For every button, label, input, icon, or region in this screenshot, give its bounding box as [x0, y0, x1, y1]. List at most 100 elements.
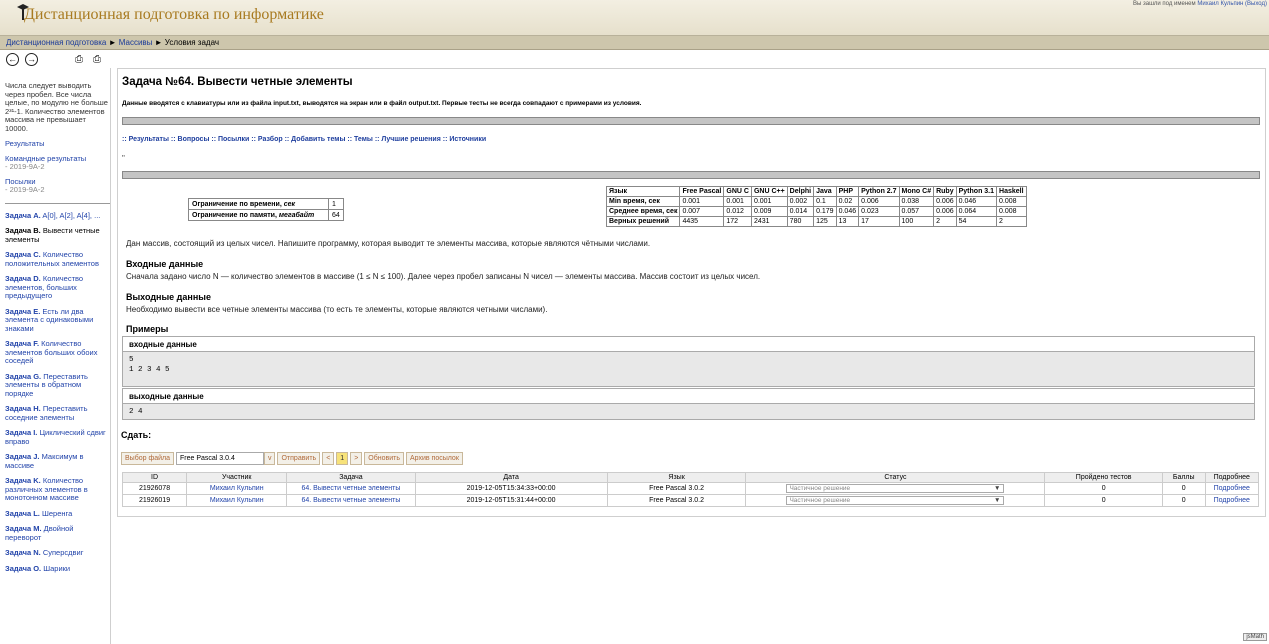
logout-link[interactable]: (Выход) [1245, 1, 1267, 7]
page-number-button[interactable]: 1 [336, 452, 349, 465]
sidebar-task-item[interactable]: Задача K. Количество различных элементов… [5, 476, 110, 503]
stats-header-cell: Free Pascal [679, 186, 725, 197]
breadcrumb-root[interactable]: Дистанционная подготовка [6, 38, 106, 47]
limit-value: 64 [328, 209, 344, 221]
task-tab[interactable]: :: Разбор [251, 136, 282, 143]
stats-cell: 0.006 [933, 206, 957, 217]
divider-bar [122, 171, 1260, 179]
submission-details-link[interactable]: Подробнее [1214, 485, 1250, 492]
task-tab[interactable]: :: Результаты [122, 136, 169, 143]
task-tabs: :: Результаты :: Вопросы :: Посылки :: Р… [122, 136, 486, 143]
jsmath-button[interactable]: jsMath [1243, 633, 1267, 641]
task-tab[interactable]: :: Добавить темы [285, 136, 346, 143]
submissions-header-cell: Статус [745, 472, 1046, 483]
submission-user-cell: Михаил Кульпин [186, 494, 288, 507]
quote-mark: " [122, 154, 125, 163]
stats-cell: 0.023 [858, 206, 900, 217]
limit-label: Ограничение по памяти, мегабайт [188, 209, 329, 221]
sidebar-task-item[interactable]: Задача N. Суперсдвиг [5, 548, 110, 558]
next-page-button[interactable]: > [350, 452, 363, 465]
sidebar-task-item[interactable]: Задача G. Переставить элементы в обратно… [5, 372, 110, 399]
status-select[interactable]: Частичное решение ▼ [786, 484, 1005, 493]
stats-cell: 0.008 [996, 196, 1027, 207]
task-tab[interactable]: :: Темы [347, 136, 373, 143]
stats-header-cell: PHP [835, 186, 860, 197]
breadcrumb-section[interactable]: Массивы [119, 38, 153, 47]
sidebar-task-item[interactable]: Задача F. Количество элементов больших о… [5, 339, 110, 366]
stats-cell: 0.064 [955, 206, 998, 217]
task-list: Задача A. A[0], A[2], A[4], ... Задача B.… [5, 211, 110, 574]
stats-cell: 100 [898, 216, 935, 227]
submission-id: 21926019 [121, 494, 188, 507]
limit-value: 1 [328, 198, 344, 210]
submissions-header-cell: Задача [286, 472, 416, 483]
sidebar-submissions-link[interactable]: Посылки - 2019-9А-2 [5, 177, 110, 195]
submissions-header-cell: Подробнее [1204, 472, 1260, 483]
sidebar-task-item[interactable]: Задача E. Есть ли два элемента с одинако… [5, 307, 110, 334]
choose-file-button[interactable]: Выбор файла [121, 452, 174, 465]
print-preview-icon[interactable]: ⎙ [93, 54, 101, 65]
stats-header-cell: Java [813, 186, 837, 197]
task-tab[interactable]: :: Лучшие решения [375, 136, 441, 143]
submission-task-link[interactable]: 64. Вывести четные элементы [301, 497, 400, 504]
submissions-header-cell: Баллы [1161, 472, 1206, 483]
stats-row: Среднее время, сек 0.007 0.012 0.009 0.014 0.… [605, 206, 1027, 217]
stats-cell: Min время, сек [605, 196, 681, 207]
print-icon[interactable]: ⎙ [75, 54, 83, 65]
archive-button[interactable]: Архив посылок [406, 452, 463, 465]
send-button[interactable]: Отправить [277, 452, 321, 465]
submission-more-cell: Подробнее [1204, 494, 1260, 507]
table-row: 21926019 Михаил Кульпин 64. Вывести четные… [121, 494, 1260, 507]
sidebar: Числа следует выводить через пробел. Все… [5, 68, 111, 644]
compiler-select[interactable]: Free Pascal 3.0.4 [175, 452, 264, 465]
submit-controls: Выбор файла Free Pascal 3.0.4 v Отправить <1… [121, 452, 465, 465]
submission-user-link[interactable]: Михаил Кульпин [210, 497, 264, 504]
sidebar-task-item[interactable]: Задача A. A[0], A[2], A[4], ... [5, 211, 110, 221]
stats-cell: 0.057 [898, 206, 935, 217]
sidebar-task-item[interactable]: Задача J. Максимум в массиве [5, 452, 110, 470]
sidebar-task-item[interactable]: Задача H. Переставить соседние элементы [5, 404, 110, 422]
limits-table: Ограничение по времени, сек 1 Ограничение … [188, 198, 344, 221]
sidebar-task-item[interactable]: Задача M. Двойной переворот [5, 524, 110, 542]
sidebar-task-item[interactable]: Задача C. Количество положительных элеме… [5, 250, 110, 268]
toolbar: ← → ⎙ ⎙ [0, 51, 1269, 66]
stats-header-cell: Python 2.7 [858, 186, 900, 197]
task-tab[interactable]: :: Вопросы [171, 136, 210, 143]
submission-task-cell: 64. Вывести четные элементы [286, 494, 416, 507]
task-tab[interactable]: :: Посылки [211, 136, 249, 143]
stats-cell: 2 [933, 216, 957, 227]
back-arrow-icon[interactable]: ← [6, 53, 19, 66]
sidebar-task-item[interactable]: Задача I. Циклический сдвиг вправо [5, 428, 110, 446]
user-link[interactable]: Михаил Кульпин [1197, 1, 1243, 7]
sidebar-results-link[interactable]: Результаты [5, 139, 110, 149]
compiler-dropdown-arrow[interactable]: v [263, 452, 276, 465]
chevron-down-icon: ▼ [994, 497, 1001, 504]
task-tab[interactable]: :: Источники [443, 136, 486, 143]
submission-user-link[interactable]: Михаил Кульпин [210, 485, 264, 492]
submission-details-link[interactable]: Подробнее [1214, 497, 1250, 504]
limit-row: Ограничение по времени, сек 1 [188, 198, 344, 210]
site-title[interactable]: Дистанционная подготовка по информатике [24, 6, 324, 24]
forward-arrow-icon[interactable]: → [25, 53, 38, 66]
sidebar-team-results-link[interactable]: Командные результаты - 2019-9А-2 [5, 154, 110, 172]
stats-cell: 13 [835, 216, 860, 227]
stats-cell: 0.02 [835, 196, 860, 207]
limit-row: Ограничение по памяти, мегабайт 64 [188, 209, 344, 221]
status-select[interactable]: Частичное решение ▼ [786, 496, 1005, 505]
stats-cell: 2 [996, 216, 1027, 227]
breadcrumb-current: Условия задач [164, 38, 220, 47]
output-text: Необходимо вывести все четные элементы м… [126, 305, 548, 314]
stats-cell: 0.007 [679, 206, 725, 217]
prev-page-button[interactable]: < [322, 452, 335, 465]
sidebar-task-item[interactable]: Задача L. Шеренга [5, 509, 110, 519]
sidebar-task-item[interactable]: Задача D. Количество элементов, больших … [5, 274, 110, 301]
submission-task-link[interactable]: 64. Вывести четные элементы [301, 485, 400, 492]
input-heading: Входные данные [126, 259, 204, 269]
sidebar-task-item[interactable]: Задача O. Шарики [5, 564, 110, 574]
stats-cell: 0.001 [723, 196, 752, 207]
refresh-button[interactable]: Обновить [364, 452, 404, 465]
stats-header-cell: Haskell [996, 186, 1027, 197]
stats-cell: 0.008 [996, 206, 1027, 217]
sidebar-task-item[interactable]: Задача B. Вывести четные элементы [5, 226, 110, 244]
stats-header-cell: Python 3.1 [955, 186, 998, 197]
